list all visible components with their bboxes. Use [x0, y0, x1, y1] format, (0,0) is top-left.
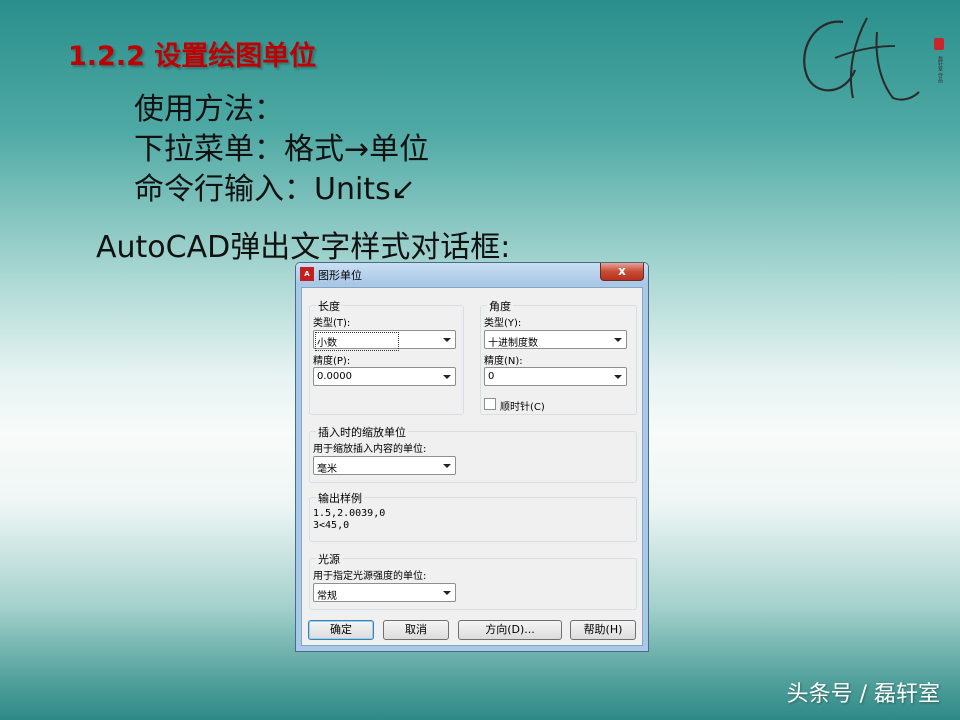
light-source-select[interactable]: 常规 — [313, 583, 456, 602]
angle-precision-label: 精度(N): — [484, 356, 523, 367]
clockwise-checkbox[interactable] — [484, 398, 496, 410]
close-button[interactable]: x — [600, 263, 644, 281]
chevron-down-icon — [443, 338, 451, 342]
dialog-title: 图形单位 — [318, 269, 362, 282]
length-type-value: 小数 — [315, 332, 399, 351]
direction-button[interactable]: 方向(D)... — [458, 620, 562, 640]
bullet-usage: 使用方法： — [134, 92, 284, 127]
watermark: 头条号 / 磊轩室 — [786, 682, 940, 707]
angle-group: 角度 类型(Y): 十进制度数 精度(N): 0 顺时针(C) — [480, 298, 637, 415]
length-group: 长度 类型(T): 小数 精度(P): 0.0000 — [309, 298, 464, 415]
insert-scale-select[interactable]: 毫米 — [313, 456, 456, 475]
dialog-client-area: 长度 类型(T): 小数 精度(P): 0.0000 角度 类型(Y): 十进制… — [301, 287, 643, 646]
light-source-value: 常规 — [317, 591, 337, 602]
chevron-down-icon — [443, 464, 451, 468]
bullet-list: 使用方法： 下拉菜单：格式→单位 命令行输入：Units↙ — [134, 90, 429, 210]
insert-scale-desc: 用于缩放插入内容的单位: — [313, 444, 427, 455]
output-sample-line2: 3<45,0 — [313, 520, 350, 531]
signature-logo-icon — [803, 17, 920, 101]
output-sample-group: 输出样例 1.5,2.0039,0 3<45,0 — [309, 490, 637, 542]
bullet-command: 命令行输入：Units↙ — [134, 172, 416, 207]
length-type-label: 类型(T): — [313, 318, 351, 329]
insert-scale-value: 毫米 — [317, 464, 337, 475]
length-legend: 长度 — [316, 298, 342, 314]
angle-type-select[interactable]: 十进制度数 — [484, 330, 627, 349]
light-source-legend: 光源 — [316, 551, 342, 567]
chevron-down-icon — [614, 338, 622, 342]
angle-legend: 角度 — [487, 298, 513, 314]
length-type-select[interactable]: 小数 — [313, 330, 456, 351]
chevron-down-icon — [614, 375, 622, 379]
angle-precision-select[interactable]: 0 — [484, 367, 627, 386]
insert-scale-legend: 插入时的缩放单位 — [316, 424, 408, 440]
bullet-menu: 下拉菜单：格式→单位 — [134, 132, 430, 167]
slide-title: 1.2.2 设置绘图单位 — [68, 41, 317, 72]
insert-scale-group: 插入时的缩放单位 用于缩放插入内容的单位: 毫米 — [309, 424, 637, 483]
dialog-titlebar[interactable]: A 图形单位 x — [296, 263, 648, 285]
intro-text: AutoCAD弹出文字样式对话框: — [96, 230, 511, 265]
angle-type-value: 十进制度数 — [488, 338, 538, 349]
output-sample-legend: 输出样例 — [316, 490, 364, 506]
chevron-down-icon — [443, 591, 451, 595]
seal-text: 磊轩室 作品 — [937, 56, 943, 83]
length-precision-value: 0.0000 — [317, 371, 352, 382]
autocad-app-icon: A — [300, 267, 314, 281]
help-button[interactable]: 帮助(H) — [570, 620, 636, 640]
angle-precision-value: 0 — [488, 371, 495, 382]
light-source-group: 光源 用于指定光源强度的单位: 常规 — [309, 551, 637, 610]
output-sample-line1: 1.5,2.0039,0 — [313, 508, 386, 519]
units-dialog: A 图形单位 x 长度 类型(T): 小数 精度(P): 0.0000 角度 类… — [295, 262, 649, 652]
light-source-desc: 用于指定光源强度的单位: — [313, 571, 427, 582]
length-precision-select[interactable]: 0.0000 — [313, 367, 456, 386]
seal-icon — [934, 38, 944, 50]
angle-type-label: 类型(Y): — [484, 318, 522, 329]
ok-button[interactable]: 确定 — [308, 620, 374, 640]
cancel-button[interactable]: 取消 — [383, 620, 449, 640]
chevron-down-icon — [443, 375, 451, 379]
clockwise-label[interactable]: 顺时针(C) — [500, 398, 545, 413]
length-precision-label: 精度(P): — [313, 356, 351, 367]
